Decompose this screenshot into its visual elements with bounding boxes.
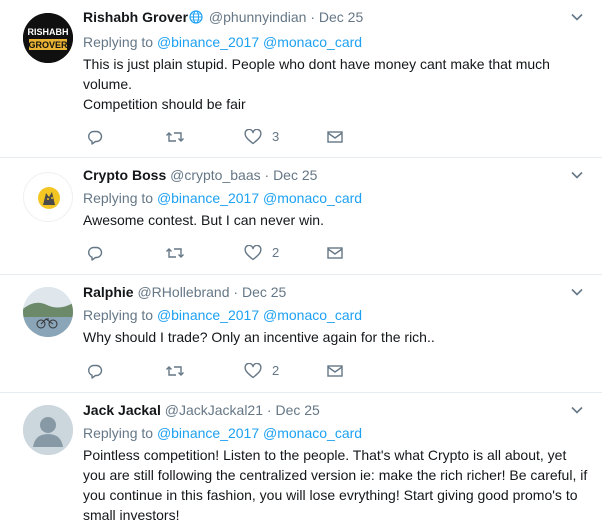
like-count: 3 — [272, 129, 280, 144]
mention-link[interactable]: @monaco_card — [263, 34, 362, 50]
reply-button[interactable] — [87, 244, 103, 262]
avatar-logo-line2: GROVER — [28, 40, 68, 50]
retweet-icon — [166, 366, 184, 376]
avatar-logo-line1: RISHABH — [27, 27, 68, 37]
username[interactable]: @crypto_baas — [170, 167, 260, 183]
replying-label: Replying to — [83, 34, 154, 50]
envelope-icon — [327, 131, 343, 143]
separator: · — [266, 402, 272, 418]
retweet-button[interactable] — [165, 244, 185, 262]
wolf-avatar-image — [38, 187, 60, 209]
tweet-text-line: This is just plain stupid. People who do… — [83, 56, 550, 92]
avatar[interactable] — [23, 287, 73, 337]
replying-to: Replying to @binance_2017 @monaco_card — [83, 305, 590, 325]
tweet[interactable]: Crypto Boss @crypto_baas · Dec 25 Replyi… — [0, 158, 602, 275]
avatar[interactable] — [23, 172, 73, 222]
chevron-down-icon[interactable] — [570, 10, 584, 24]
retweet-icon — [166, 248, 184, 258]
like-button[interactable]: 3 — [244, 128, 279, 146]
timestamp[interactable]: Dec 25 — [275, 402, 319, 418]
avatar[interactable]: RISHABH GROVER — [23, 13, 73, 63]
tweet-header: Rishabh Grover @phunnyindian · Dec 25 — [83, 8, 590, 29]
speech-bubble-icon — [88, 246, 103, 261]
heart-icon — [244, 129, 262, 145]
display-name[interactable]: Crypto Boss — [83, 167, 166, 183]
direct-message-button[interactable] — [327, 244, 343, 262]
chevron-down-icon[interactable] — [570, 403, 584, 417]
tweet-text: Why should I trade? Only an incentive ag… — [83, 327, 590, 347]
direct-message-button[interactable] — [327, 362, 343, 380]
tweet[interactable]: RISHABH GROVER Rishabh Grover @phunnyind… — [0, 0, 602, 158]
chevron-down-icon[interactable] — [570, 285, 584, 299]
speech-bubble-icon — [88, 364, 103, 379]
replying-label: Replying to — [83, 190, 154, 206]
heart-icon — [244, 363, 262, 379]
globe-icon — [189, 10, 203, 29]
username[interactable]: @RHollebrand — [137, 284, 229, 300]
mention-link[interactable]: @binance_2017 — [157, 307, 259, 323]
mention-link[interactable]: @binance_2017 — [157, 190, 259, 206]
reply-button[interactable] — [87, 362, 103, 380]
tweet-header: Ralphie @RHollebrand · Dec 25 — [83, 283, 590, 302]
tweet-header: Jack Jackal @JackJackal21 · Dec 25 — [83, 401, 590, 420]
replying-to: Replying to @binance_2017 @monaco_card — [83, 423, 590, 443]
envelope-icon — [327, 365, 343, 377]
display-name[interactable]: Jack Jackal — [83, 402, 161, 418]
mention-link[interactable]: @binance_2017 — [157, 425, 259, 441]
mention-link[interactable]: @binance_2017 — [157, 34, 259, 50]
timestamp[interactable]: Dec 25 — [319, 9, 363, 25]
retweet-button[interactable] — [165, 128, 185, 146]
username[interactable]: @JackJackal21 — [165, 402, 263, 418]
like-button[interactable]: 2 — [244, 244, 279, 262]
tweet[interactable]: Ralphie @RHollebrand · Dec 25 Replying t… — [0, 275, 602, 393]
like-count: 2 — [272, 245, 280, 260]
tweet-text: Pointless competition! Listen to the peo… — [83, 445, 590, 525]
tweet-text: This is just plain stupid. People who do… — [83, 54, 590, 114]
username[interactable]: @phunnyindian — [209, 9, 307, 25]
landscape-avatar-image — [23, 287, 73, 337]
heart-icon — [244, 245, 262, 261]
display-name[interactable]: Ralphie — [83, 284, 134, 300]
envelope-icon — [327, 247, 343, 259]
avatar-image: RISHABH GROVER — [23, 13, 73, 63]
reply-button[interactable] — [87, 128, 103, 146]
mention-link[interactable]: @monaco_card — [263, 190, 362, 206]
tweet-text-line: Awesome contest. But I can never win. — [83, 212, 324, 228]
timestamp[interactable]: Dec 25 — [242, 284, 286, 300]
replying-to: Replying to @binance_2017 @monaco_card — [83, 32, 590, 52]
retweet-icon — [166, 132, 184, 142]
tweet-text-line: Why should I trade? Only an incentive ag… — [83, 329, 435, 345]
display-name[interactable]: Rishabh Grover — [83, 9, 188, 25]
tweet-actions: 2 — [83, 362, 363, 382]
separator: · — [310, 9, 315, 25]
tweet[interactable]: Jack Jackal @JackJackal21 · Dec 25 Reply… — [0, 393, 602, 531]
chevron-down-icon[interactable] — [570, 168, 584, 182]
separator: · — [233, 284, 239, 300]
separator: · — [264, 167, 270, 183]
retweet-button[interactable] — [165, 362, 185, 380]
tweet-text: Awesome contest. But I can never win. — [83, 210, 590, 230]
mention-link[interactable]: @monaco_card — [263, 425, 362, 441]
tweet-text-line: Pointless competition! Listen to the peo… — [83, 447, 588, 523]
default-avatar-icon — [23, 405, 73, 455]
tweet-actions: 3 — [83, 128, 363, 148]
replying-label: Replying to — [83, 307, 154, 323]
replying-label: Replying to — [83, 425, 154, 441]
tweet-text-line: Competition should be fair — [83, 96, 246, 112]
speech-bubble-icon — [88, 130, 103, 145]
direct-message-button[interactable] — [327, 128, 343, 146]
like-button[interactable]: 2 — [244, 362, 279, 380]
like-count: 2 — [272, 363, 280, 378]
reply-thread: RISHABH GROVER Rishabh Grover @phunnyind… — [0, 0, 602, 531]
tweet-actions: 2 — [83, 244, 363, 264]
replying-to: Replying to @binance_2017 @monaco_card — [83, 188, 590, 208]
avatar[interactable] — [23, 405, 73, 455]
mention-link[interactable]: @monaco_card — [263, 307, 362, 323]
tweet-header: Crypto Boss @crypto_baas · Dec 25 — [83, 166, 590, 185]
timestamp[interactable]: Dec 25 — [273, 167, 317, 183]
